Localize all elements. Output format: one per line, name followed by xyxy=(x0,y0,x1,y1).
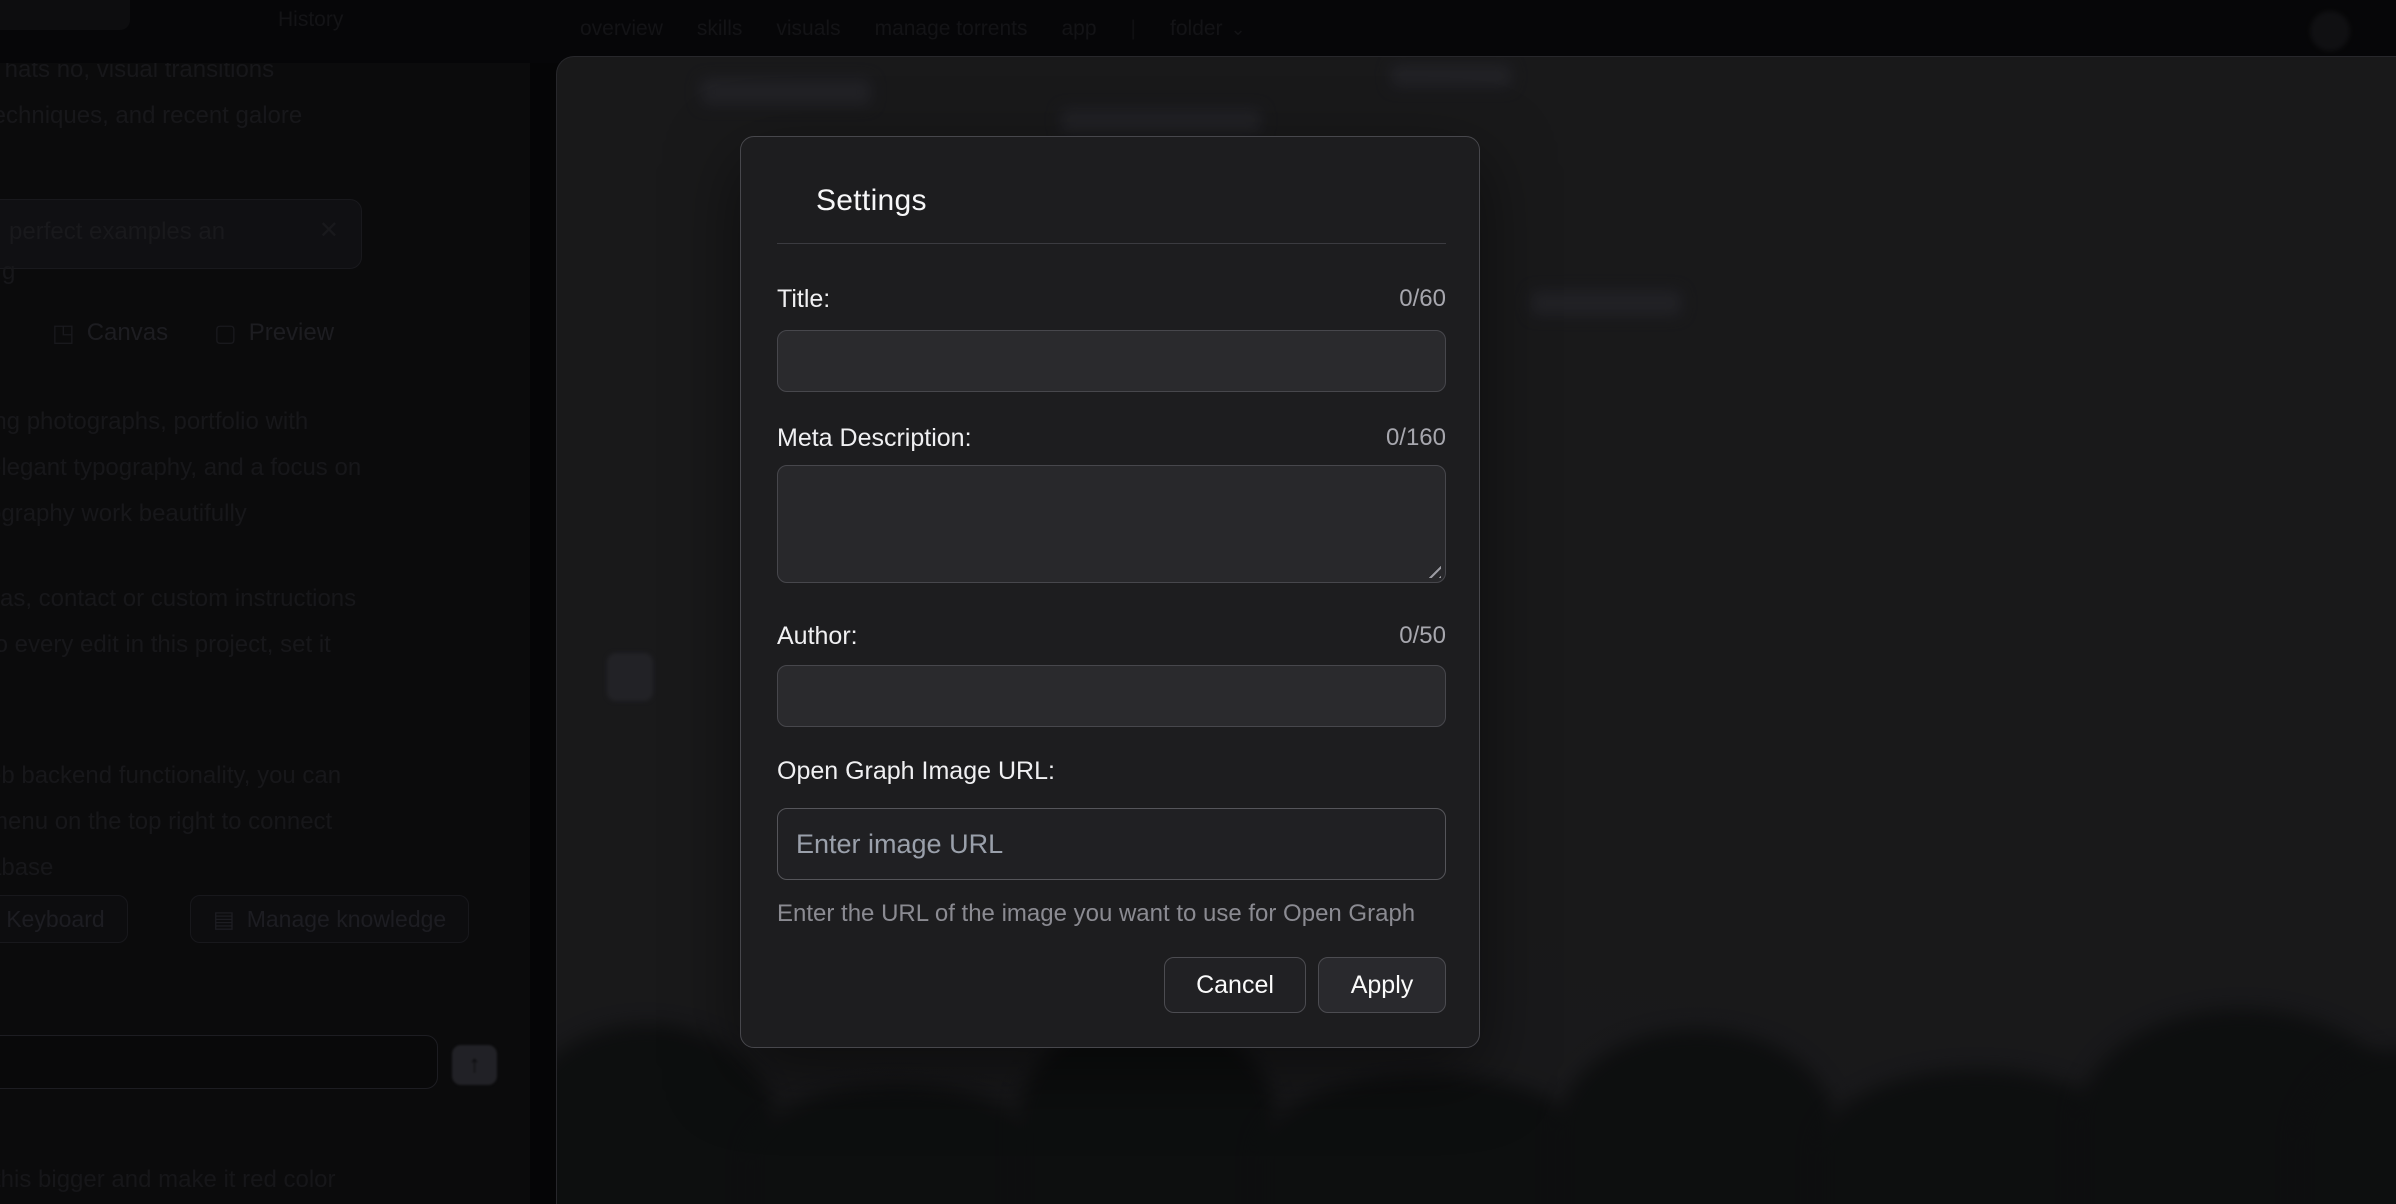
meta-field-row: Meta Description: 0/160 xyxy=(777,423,1446,453)
meta-textarea-wrap xyxy=(777,465,1446,583)
title-label: Title: xyxy=(777,284,830,314)
meta-description-label: Meta Description: xyxy=(777,423,972,453)
og-image-url-input[interactable] xyxy=(777,808,1446,880)
modal-actions: Cancel Apply xyxy=(777,957,1446,1013)
author-field-row: Author: 0/50 xyxy=(777,621,1446,651)
title-char-counter: 0/60 xyxy=(1399,284,1446,314)
og-helper-text: Enter the URL of the image you want to u… xyxy=(777,901,1446,927)
modal-divider xyxy=(777,243,1446,244)
og-field-row: Open Graph Image URL: xyxy=(777,756,1446,786)
author-char-counter: 0/50 xyxy=(1399,621,1446,651)
modal-title: Settings xyxy=(777,183,1446,219)
author-input[interactable] xyxy=(777,665,1446,727)
app-screen: History overview skills visuals manage t… xyxy=(0,0,2396,1204)
apply-button[interactable]: Apply xyxy=(1318,957,1446,1013)
title-field-row: Title: 0/60 xyxy=(777,284,1446,314)
meta-description-textarea[interactable] xyxy=(777,465,1446,583)
og-image-url-label: Open Graph Image URL: xyxy=(777,756,1055,786)
cancel-button[interactable]: Cancel xyxy=(1164,957,1306,1013)
settings-modal: Settings Title: 0/60 Meta Description: 0… xyxy=(740,136,1480,1048)
meta-char-counter: 0/160 xyxy=(1386,423,1446,453)
title-input[interactable] xyxy=(777,330,1446,392)
author-label: Author: xyxy=(777,621,858,651)
